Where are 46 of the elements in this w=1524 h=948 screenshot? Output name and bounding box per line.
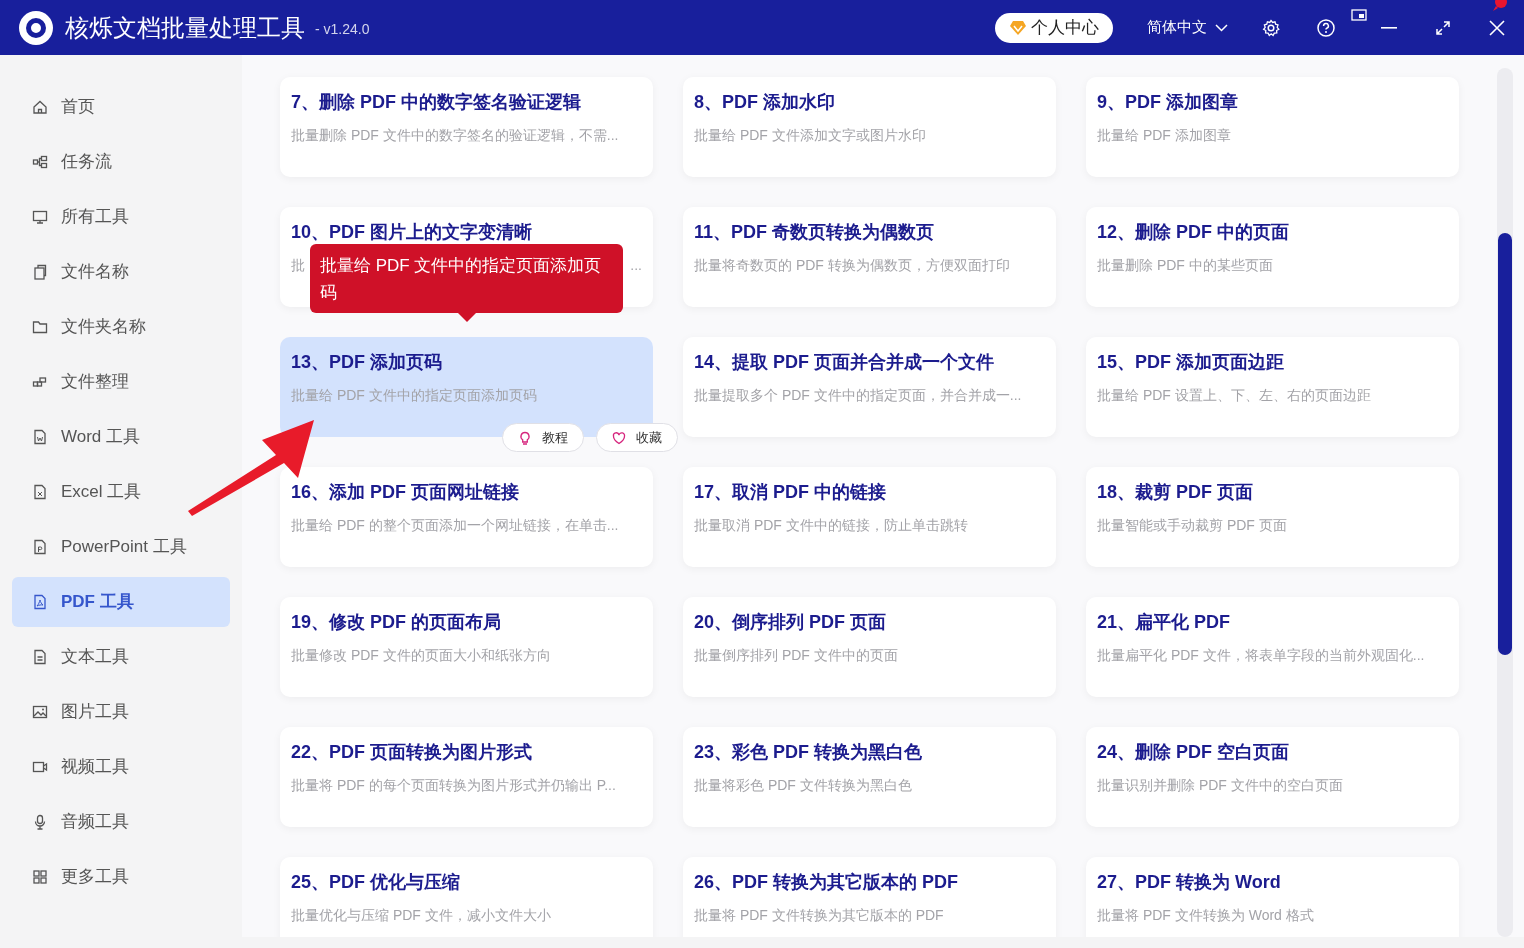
- tool-description: 批量给 PDF 设置上、下、左、右的页面边距: [1097, 386, 1371, 405]
- tool-title: 9、PDF 添加图章: [1097, 91, 1239, 114]
- tool-title: 19、修改 PDF 的页面布局: [291, 611, 503, 634]
- tool-description: ...: [630, 256, 642, 275]
- tool-description: 批量识别并删除 PDF 文件中的空白页面: [1097, 776, 1343, 795]
- tool-title: 10、PDF 图片上的文字变清晰: [291, 221, 534, 244]
- tool-description: 批量删除 PDF 文件中的数字签名的验证逻辑，不需...: [291, 126, 619, 145]
- tool-description: 批量将 PDF 文件转换为 Word 格式: [1097, 906, 1314, 925]
- app-title: 核烁文档批量处理工具: [65, 12, 305, 43]
- tool-description: 批: [291, 256, 305, 275]
- tool-title: 23、彩色 PDF 转换为黑白色: [694, 741, 924, 764]
- tool-title: 22、PDF 页面转换为图片形式: [291, 741, 534, 764]
- tool-description: 批量给 PDF 添加图章: [1097, 126, 1231, 145]
- tool-description: 批量将 PDF 文件转换为其它版本的 PDF: [694, 906, 944, 925]
- tool-title: 17、取消 PDF 中的链接: [694, 481, 888, 504]
- tool-description: 批量给 PDF 的整个页面添加一个网址链接，在单击...: [291, 516, 619, 535]
- tooltip: 批量给 PDF 文件中的指定页面添加页码: [310, 244, 623, 322]
- tool-title: 11、PDF 奇数页转换为偶数页: [694, 221, 936, 244]
- tool-title: 7、删除 PDF 中的数字签名验证逻辑: [291, 91, 582, 114]
- tool-title: 15、PDF 添加页面边距: [1097, 351, 1286, 374]
- tool-description: 批量给 PDF 文件中的指定页面添加页码: [291, 386, 537, 405]
- tool-description: 批量将奇数页的 PDF 转换为偶数页，方便双面打印: [694, 256, 1010, 275]
- tool-title: 18、裁剪 PDF 页面: [1097, 481, 1255, 504]
- tool-title: 27、PDF 转换为 Word: [1097, 871, 1282, 894]
- tool-title: 24、删除 PDF 空白页面: [1097, 741, 1291, 764]
- tool-description: 批量给 PDF 文件添加文字或图片水印: [694, 126, 926, 145]
- tool-title: 8、PDF 添加水印: [694, 91, 836, 114]
- app-version: - v1.24.0: [315, 20, 370, 39]
- tool-description: 批量智能或手动裁剪 PDF 页面: [1097, 516, 1287, 535]
- tool-title: 20、倒序排列 PDF 页面: [694, 611, 888, 634]
- tool-title: 14、提取 PDF 页面并合并成一个文件: [694, 351, 996, 374]
- tool-description: 批量将 PDF 的每个页面转换为图片形式并仍输出 P...: [291, 776, 616, 795]
- tool-title: 12、删除 PDF 中的页面: [1097, 221, 1291, 244]
- tool-title: 26、PDF 转换为其它版本的 PDF: [694, 871, 960, 894]
- tool-description: 批量扁平化 PDF 文件，将表单字段的当前外观固化...: [1097, 646, 1425, 665]
- tool-description: 批量将彩色 PDF 文件转换为黑白色: [694, 776, 912, 795]
- tool-description: 批量删除 PDF 中的某些页面: [1097, 256, 1273, 275]
- tool-description: 批量修改 PDF 文件的页面大小和纸张方向: [291, 646, 551, 665]
- tool-title: 13、PDF 添加页码: [291, 351, 444, 374]
- tool-title: 21、扁平化 PDF: [1097, 611, 1232, 634]
- tool-description: 批量提取多个 PDF 文件中的指定页面，并合并成一...: [694, 386, 1022, 405]
- tool-title: 25、PDF 优化与压缩: [291, 871, 462, 894]
- tool-title: 16、添加 PDF 页面网址链接: [291, 481, 521, 504]
- tool-description: 批量取消 PDF 文件中的链接，防止单击跳转: [694, 516, 968, 535]
- tool-description: 批量优化与压缩 PDF 文件，减小文件大小: [291, 906, 551, 925]
- tool-description: 批量倒序排列 PDF 文件中的页面: [694, 646, 898, 665]
